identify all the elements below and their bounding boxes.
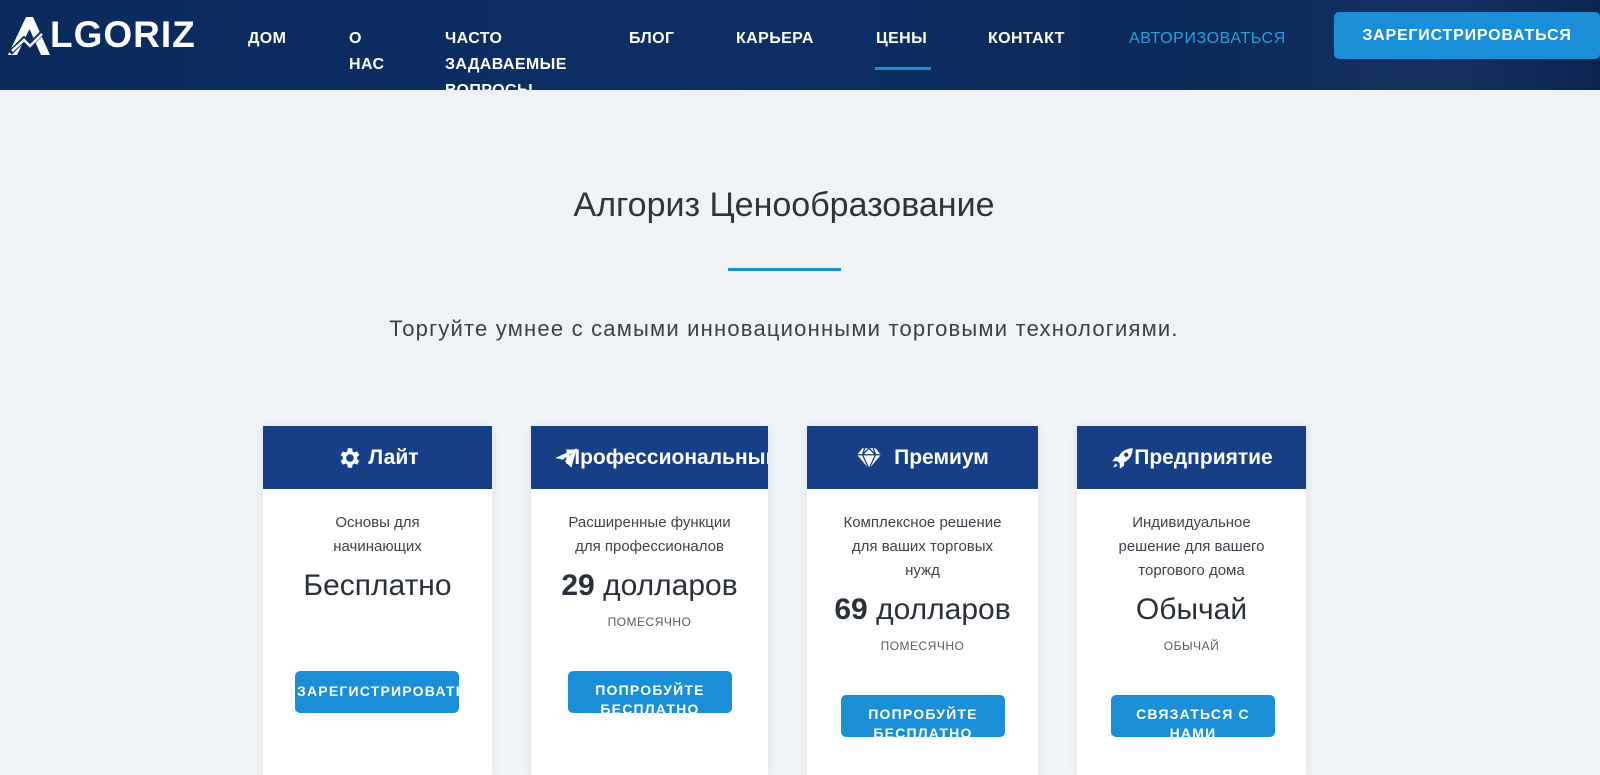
nav-pricing[interactable]: ЦЕНЫ <box>876 26 927 52</box>
gear-icon <box>341 447 360 468</box>
plan-name: Профессиональный <box>565 445 768 469</box>
nav-careers[interactable]: КАРЬЕРА <box>736 26 814 52</box>
plan-price: Бесплатно <box>263 569 492 603</box>
plan-period: ПОМЕСЯЧНО <box>607 615 692 629</box>
title-divider <box>728 268 841 271</box>
plan-price: 69 долларов <box>807 593 1038 627</box>
plan-card-lite: Лайт Основы для начинающих Бесплатно ЗАР… <box>263 426 492 775</box>
try-free-button[interactable]: ПОПРОБУЙТЕ БЕСПЛАТНО <box>568 671 732 713</box>
nav-about[interactable]: О НАС <box>349 26 399 90</box>
signup-button-label: ЗАРЕГИСТРИРОВАТЬСЯ <box>297 683 490 699</box>
nav-home[interactable]: ДОМ <box>248 26 286 52</box>
rocket-icon <box>1112 447 1133 469</box>
plan-period: ОБЫЧАЙ <box>1163 639 1220 653</box>
nav-active-indicator <box>875 67 931 70</box>
page-title: Алгориз Ценообразование <box>573 186 995 224</box>
plan-price-text: Бесплатно <box>303 569 452 602</box>
plan-description: Комплексное решение для ваших торговых н… <box>843 514 1002 579</box>
nav-faq[interactable]: ЧАСТО ЗАДАВАЕМЫЕ ВОПРОСЫ <box>445 26 585 90</box>
page-subtitle: Торгуйте умнее с самыми инновационными т… <box>389 316 1179 341</box>
plan-price-currency: долларов <box>876 593 1011 626</box>
nav-login[interactable]: АВТОРИЗОВАТЬСЯ <box>1129 26 1286 52</box>
signup-button[interactable]: ЗАРЕГИСТРИРОВАТЬСЯ <box>295 671 488 713</box>
plan-name: Премиум <box>894 445 989 469</box>
plan-card-enterprise: Предприятие Индивидуальное решение для в… <box>1077 426 1306 775</box>
plan-price: 29 долларов <box>531 569 768 603</box>
plan-card-pro: Профессиональный Расширенные функции для… <box>531 426 768 775</box>
plan-price: Обычай <box>1077 593 1306 627</box>
logo[interactable]: LGORIZ <box>6 12 196 58</box>
plan-header: Профессиональный <box>531 426 768 489</box>
try-free-button[interactable]: ПОПРОБУЙТЕ БЕСПЛАТНО <box>841 695 1005 737</box>
plan-card-premium: Премиум Комплексное решение для ваших то… <box>807 426 1038 775</box>
plan-price-text: Обычай <box>1135 593 1248 626</box>
diamond-icon <box>857 446 882 470</box>
plan-header: Премиум <box>807 426 1038 489</box>
top-navbar: LGORIZ ДОМ О НАС ЧАСТО ЗАДАВАЕМЫЕ ВОПРОС… <box>0 0 1600 90</box>
plan-period: ПОМЕСЯЧНО <box>880 639 965 653</box>
register-button[interactable]: ЗАРЕГИСТРИРОВАТЬСЯ <box>1334 12 1600 59</box>
plan-description: Индивидуальное решение для вашего торгов… <box>1118 514 1265 579</box>
algoriz-a-logo-icon <box>8 17 50 55</box>
plan-name: Лайт <box>368 445 419 469</box>
paper-plane-icon <box>555 447 577 468</box>
plan-price-currency: долларов <box>603 569 738 602</box>
logo-text: LGORIZ <box>50 14 196 55</box>
plan-description: Основы для начинающих <box>333 514 422 555</box>
plan-name: Предприятие <box>1134 445 1273 469</box>
plan-description: Расширенные функции для профессионалов <box>568 514 731 555</box>
nav-blog[interactable]: БЛОГ <box>629 26 674 52</box>
nav-contact[interactable]: КОНТАКТ <box>988 26 1065 52</box>
plan-header: Лайт <box>263 426 492 489</box>
plan-price-amount: 29 <box>561 569 595 602</box>
plan-price-amount: 69 <box>834 593 868 626</box>
plan-header: Предприятие <box>1077 426 1306 489</box>
contact-us-button[interactable]: СВЯЗАТЬСЯ С НАМИ <box>1111 695 1275 737</box>
